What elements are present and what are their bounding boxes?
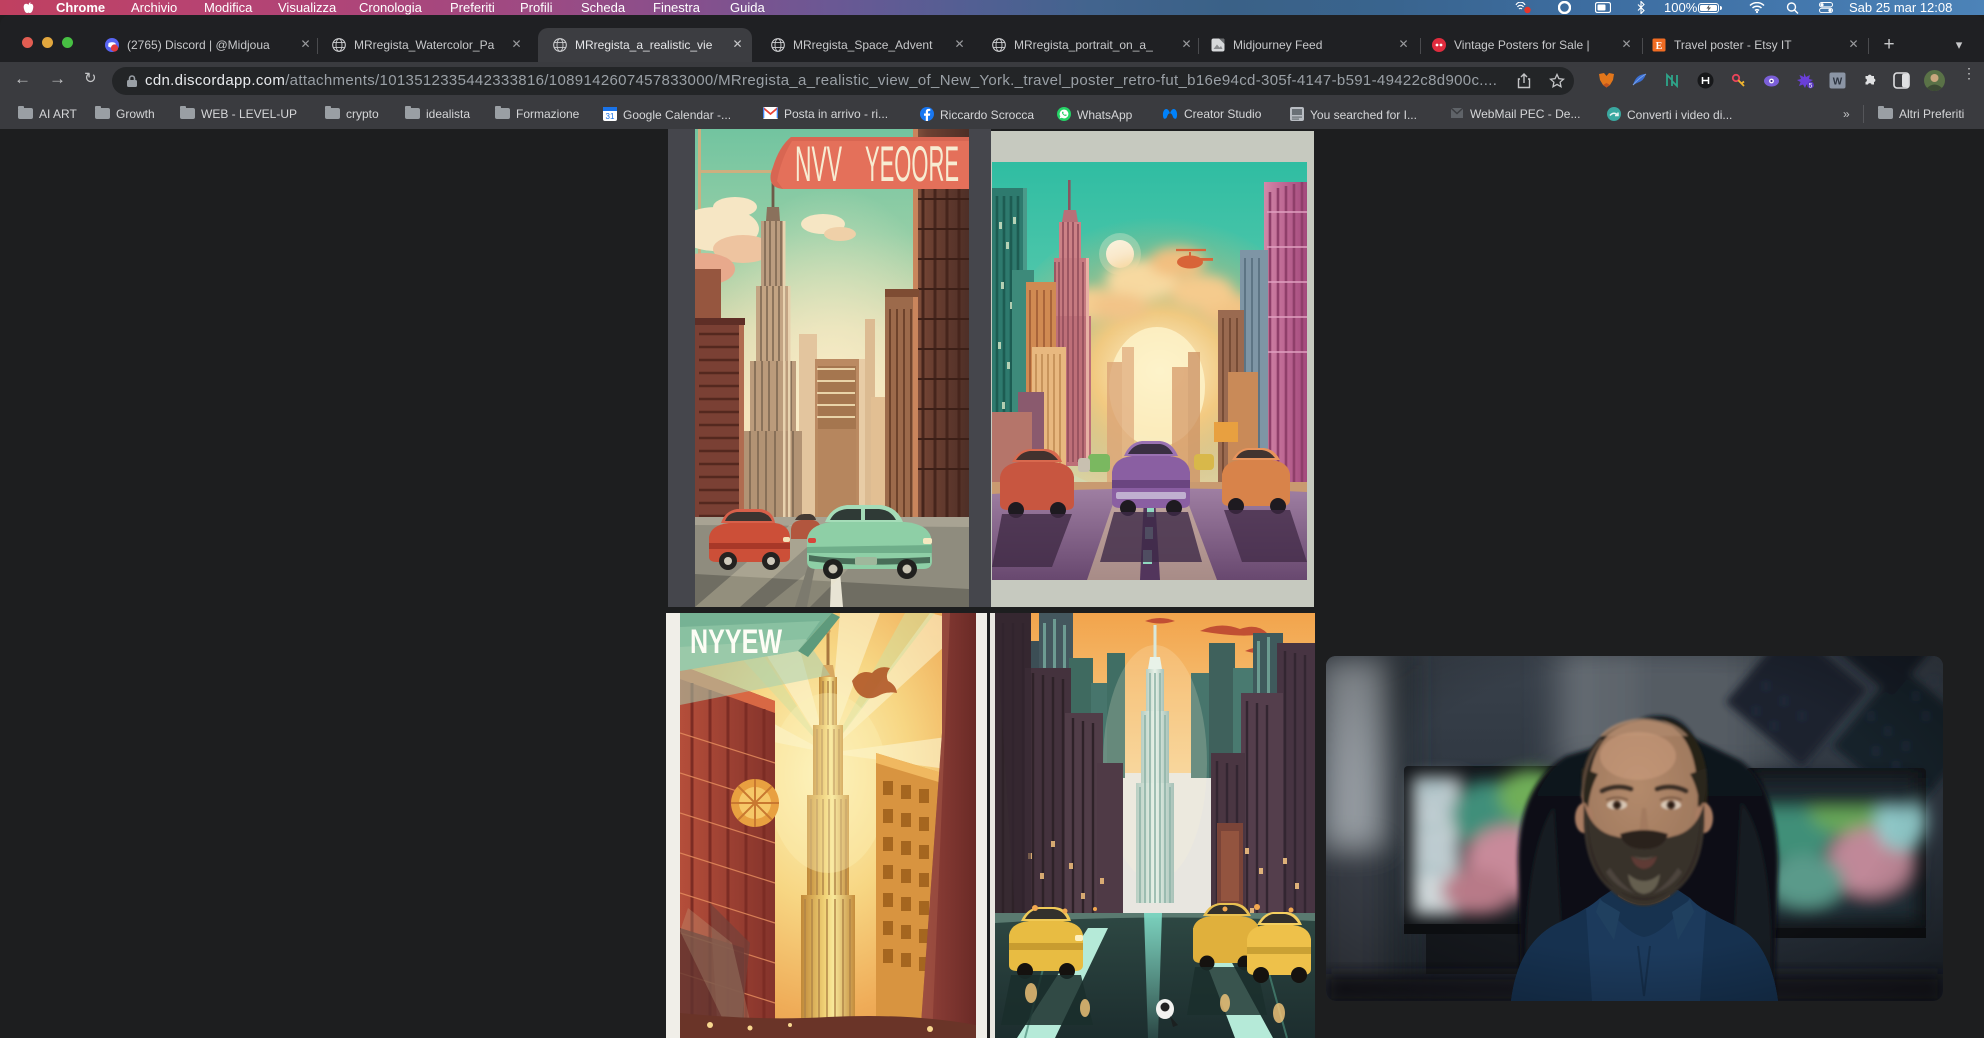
svg-text:E: E bbox=[1656, 41, 1663, 52]
svg-text:NVV: NVV bbox=[795, 136, 842, 192]
svg-text:NYYEW: NYYEW bbox=[690, 623, 783, 661]
svg-text:5: 5 bbox=[1809, 82, 1813, 89]
svg-text:YEOORE: YEOORE bbox=[865, 136, 959, 192]
svg-text:W: W bbox=[1833, 77, 1843, 88]
svg-text:31: 31 bbox=[606, 112, 615, 121]
